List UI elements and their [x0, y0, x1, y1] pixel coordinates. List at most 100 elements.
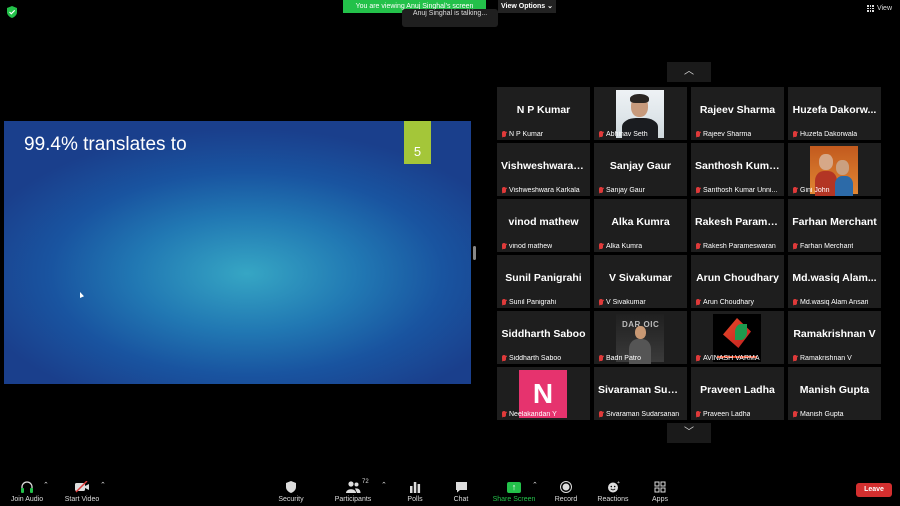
start-video-button[interactable]: Start Video: [62, 481, 102, 503]
participant-display-name: Ramakrishnan V: [793, 328, 876, 340]
muted-mic-icon: [501, 411, 507, 418]
participant-display-name: Praveen Ladha: [700, 384, 775, 396]
participant-name-label: Siddharth Saboo: [501, 355, 561, 362]
participant-name: Farhan Merchant: [800, 243, 854, 250]
apps-button[interactable]: Apps: [648, 481, 672, 503]
participant-tile[interactable]: Praveen Ladha Praveen Ladha: [691, 367, 784, 420]
participant-tile[interactable]: V Sivakumar V Sivakumar: [594, 255, 687, 308]
participant-name: Santhosh Kumar Unni...: [703, 187, 778, 194]
participant-display-name: Rakesh Parames...: [695, 216, 784, 228]
record-label: Record: [554, 496, 578, 503]
participant-display-name: Siddharth Saboo: [501, 328, 586, 340]
share-options-caret[interactable]: ⌃: [532, 481, 538, 489]
security-button[interactable]: Security: [274, 481, 308, 503]
shared-screen: 99.4% translates to 5: [4, 121, 471, 384]
muted-mic-icon: [501, 187, 507, 194]
participant-tile[interactable]: DAR OIC Badri Patro: [594, 311, 687, 364]
participant-tile[interactable]: Farhan Merchant Farhan Merchant: [788, 199, 881, 252]
muted-mic-icon: [695, 299, 701, 306]
participant-tile[interactable]: AVINASH VARMA: [691, 311, 784, 364]
participant-tile[interactable]: Md.wasiq Alam... Md.wasiq Alam Ansari: [788, 255, 881, 308]
participant-name: Sunil Panigrahi: [509, 299, 557, 306]
muted-mic-icon: [792, 355, 798, 362]
participant-name: Alka Kumra: [606, 243, 643, 250]
chat-icon: [455, 482, 467, 493]
participant-tile[interactable]: N Neelakandan Y: [497, 367, 590, 420]
participant-tile[interactable]: Rakesh Parames... Rakesh Parameswaran: [691, 199, 784, 252]
participant-name-label: Huzefa Dakorwala: [792, 131, 857, 138]
participant-display-name: Rajeev Sharma: [699, 104, 776, 116]
muted-mic-icon: [598, 299, 604, 306]
participant-tile[interactable]: Huzefa Dakorw... Huzefa Dakorwala: [788, 87, 881, 140]
participant-name-label: Neelakandan Y: [501, 411, 557, 418]
participant-name-label: Md.wasiq Alam Ansari: [792, 299, 868, 306]
record-button[interactable]: Record: [552, 481, 580, 503]
muted-mic-icon: [695, 355, 701, 362]
gallery-prev-page-button[interactable]: ︿: [667, 62, 711, 82]
muted-mic-icon: [792, 243, 798, 250]
participant-tile[interactable]: Alka Kumra Alka Kumra: [594, 199, 687, 252]
apps-label: Apps: [652, 496, 668, 503]
encryption-shield-icon[interactable]: [6, 6, 18, 18]
participant-name: V Sivakumar: [606, 299, 646, 306]
meeting-toolbar: Join Audio ⌃ Start Video ⌃ Security 72 P…: [0, 468, 900, 506]
security-label: Security: [278, 496, 304, 503]
leave-button[interactable]: Leave: [856, 483, 892, 497]
participant-tile[interactable]: Ramakrishnan V Ramakrishnan V: [788, 311, 881, 364]
participant-display-name: Manish Gupta: [799, 384, 870, 396]
participant-tile[interactable]: Abhinav Seth: [594, 87, 687, 140]
muted-mic-icon: [598, 243, 604, 250]
participant-tile[interactable]: Santhosh Kuma... Santhosh Kumar Unni...: [691, 143, 784, 196]
share-screen-icon: ↑: [507, 482, 521, 493]
participant-name: Rajeev Sharma: [703, 131, 752, 138]
view-options-button[interactable]: View Options ⌄: [498, 0, 556, 13]
participant-tile[interactable]: Sunil Panigrahi Sunil Panigrahi: [497, 255, 590, 308]
participant-tile[interactable]: Arun Choudhary Arun Choudhary: [691, 255, 784, 308]
talking-indicator: Anuj Singhal is talking...: [402, 9, 498, 27]
muted-mic-icon: [598, 411, 604, 418]
participant-tile[interactable]: N P Kumar N P Kumar: [497, 87, 590, 140]
muted-mic-icon: [598, 355, 604, 362]
participant-name: Badri Patro: [606, 355, 642, 362]
grid-view-icon: [866, 5, 874, 12]
security-icon: [286, 481, 296, 493]
polls-button[interactable]: Polls: [402, 481, 428, 503]
audio-options-caret[interactable]: ⌃: [43, 481, 49, 489]
gallery-next-page-button[interactable]: ﹀: [667, 423, 711, 443]
muted-mic-icon: [501, 243, 507, 250]
record-icon: [560, 481, 572, 493]
participant-name: N P Kumar: [509, 131, 544, 138]
participants-options-caret[interactable]: ⌃: [381, 481, 387, 489]
participant-name-label: Rakesh Parameswaran: [695, 243, 776, 250]
participant-display-name: Santhosh Kuma...: [695, 160, 784, 172]
participant-name: Rakesh Parameswaran: [703, 243, 776, 250]
share-screen-label: Share Screen: [492, 496, 536, 503]
participant-tile[interactable]: Rajeev Sharma Rajeev Sharma: [691, 87, 784, 140]
share-screen-button[interactable]: ↑ Share Screen: [491, 482, 537, 503]
participant-tile[interactable]: Gini John: [788, 143, 881, 196]
muted-mic-icon: [501, 355, 507, 362]
participant-tile[interactable]: Sivaraman Suda... Sivaraman Sudarsanan: [594, 367, 687, 420]
participant-tile[interactable]: Siddharth Saboo Siddharth Saboo: [497, 311, 590, 364]
view-button[interactable]: View: [866, 5, 892, 12]
panel-resize-handle[interactable]: [473, 246, 476, 260]
muted-mic-icon: [792, 411, 798, 418]
participant-display-name: V Sivakumar: [608, 272, 673, 284]
participant-tile[interactable]: vinod mathew vinod mathew: [497, 199, 590, 252]
participant-display-name: Sanjay Gaur: [609, 160, 672, 172]
apps-icon: [654, 481, 666, 493]
participant-name: Sanjay Gaur: [606, 187, 645, 194]
chat-button[interactable]: Chat: [450, 481, 472, 503]
participant-name: Gini John: [800, 187, 830, 194]
participant-tile[interactable]: Manish Gupta Manish Gupta: [788, 367, 881, 420]
participant-name-label: Rajeev Sharma: [695, 131, 751, 138]
participant-name: Praveen Ladha: [703, 411, 751, 418]
participant-tile[interactable]: Vishweshwara K... Vishweshwara Karkala: [497, 143, 590, 196]
participant-tile[interactable]: Sanjay Gaur Sanjay Gaur: [594, 143, 687, 196]
participant-name-label: Sanjay Gaur: [598, 187, 645, 194]
reactions-button[interactable]: + Reactions: [596, 481, 630, 503]
participants-button[interactable]: 72 Participants: [332, 479, 374, 503]
join-audio-button[interactable]: Join Audio: [8, 481, 46, 503]
participant-name-label: N P Kumar: [501, 131, 543, 138]
video-options-caret[interactable]: ⌃: [100, 481, 106, 489]
